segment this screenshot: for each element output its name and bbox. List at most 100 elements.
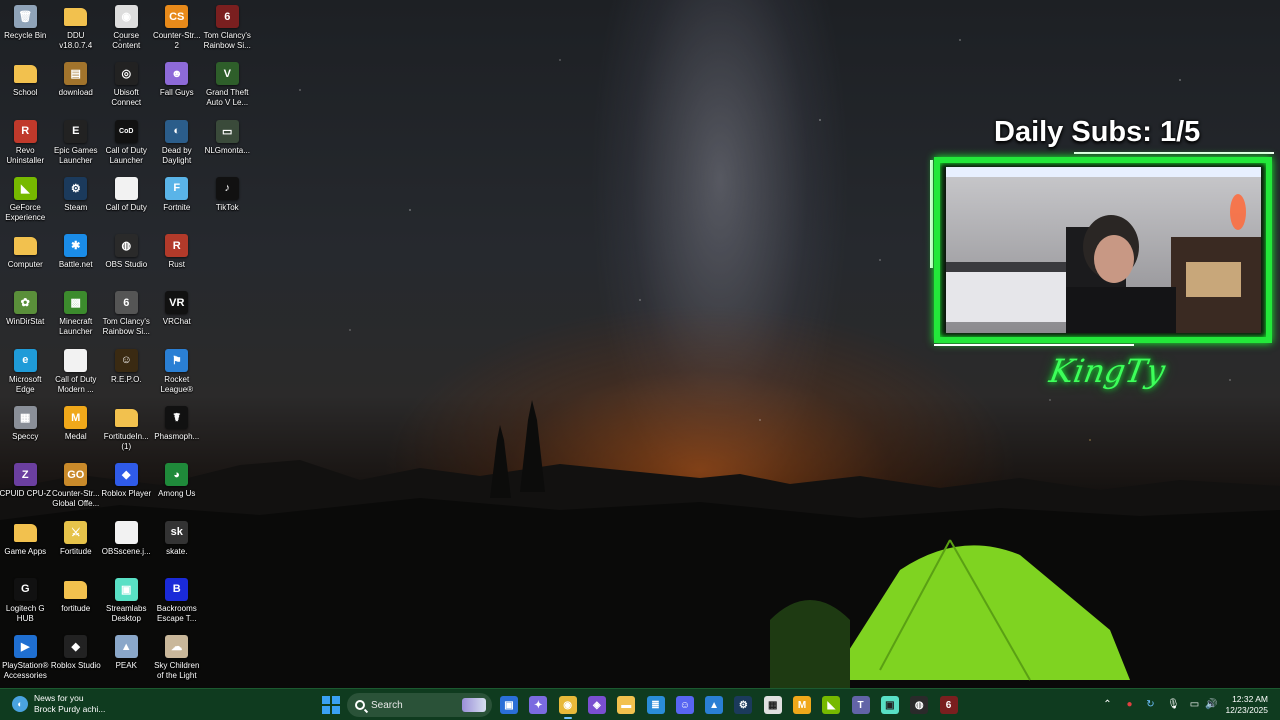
desktop-icon[interactable]: G Logitech G HUB: [0, 573, 51, 630]
desktop-icon[interactable]: GO Counter-Str... Global Offe...: [51, 458, 102, 515]
desktop-icon[interactable]: ◆ Roblox Studio: [51, 630, 102, 687]
desktop-icon-label: Tom Clancy's Rainbow Si...: [203, 31, 251, 50]
playstation-icon: ▶: [13, 635, 37, 659]
microphone-icon[interactable]: 🎙: [1167, 699, 1180, 710]
desktop-icon[interactable]: Z CPUID CPU-Z: [0, 458, 51, 515]
taskbar-photos-icon[interactable]: ▲: [705, 696, 724, 714]
desktop-icon-label: Game Apps: [4, 546, 47, 556]
medal-icon: M: [64, 406, 88, 430]
desktop-icon[interactable]: CoD Call of Duty Launcher: [101, 115, 152, 172]
desktop-icon[interactable]: Game Apps: [0, 516, 51, 573]
windirstat-icon: ✿: [13, 291, 37, 315]
taskbar-rainbow-six-icon[interactable]: 6: [939, 696, 958, 714]
desktop-icon[interactable]: 6 Tom Clancy's Rainbow Si...: [101, 286, 152, 343]
desktop-icon[interactable]: ☁ Sky Children of the Light: [152, 630, 203, 687]
taskbar-copilot-icon[interactable]: ✦: [529, 696, 548, 714]
taskbar-gpu-icon[interactable]: ◣: [822, 696, 841, 714]
desktop-icon[interactable]: R Revo Uninstaller: [0, 115, 51, 172]
desktop-icon[interactable]: fortitude: [51, 573, 102, 630]
desktop-icon[interactable]: 6 Tom Clancy's Rainbow Si...: [202, 0, 253, 57]
desktop-icon[interactable]: Call of Duty Modern ...: [51, 344, 102, 401]
taskbar-chrome-icon[interactable]: ◉: [558, 696, 577, 719]
show-hidden-icons-icon[interactable]: ⌃: [1102, 699, 1113, 710]
desktop-icon[interactable]: M Medal: [51, 401, 102, 458]
tray-app-icon[interactable]: ●: [1124, 699, 1135, 710]
desktop-icon-label: PlayStation® Accessories: [2, 661, 49, 681]
desktop-icon[interactable]: ☤ Phasmoph...: [152, 401, 203, 458]
desktop-icon[interactable]: ◉ Course Content: [101, 0, 152, 57]
taskbar-streamlabs-icon[interactable]: ▣: [880, 696, 899, 714]
desktop-icon[interactable]: ⚙ Steam: [51, 172, 102, 229]
desktop-icon[interactable]: ▤ download: [51, 57, 102, 114]
clock[interactable]: 12:32 AM 12/23/2025: [1225, 694, 1268, 716]
news-widget[interactable]: ◐ News for you Brock Purdy achi...: [12, 693, 105, 715]
streamer-signature: KingTy: [1046, 352, 1169, 390]
desktop-icon[interactable]: ◕ Among Us: [152, 458, 203, 515]
taskbar-medal-icon[interactable]: M: [793, 696, 811, 714]
desktop-icon-label: Sky Children of the Light: [154, 661, 200, 681]
desktop-icon[interactable]: 🗑 Recycle Bin: [0, 0, 51, 57]
desktop-icon[interactable]: Call of Duty: [101, 172, 152, 229]
desktop-icon[interactable]: V Grand Theft Auto V Le...: [202, 57, 253, 114]
desktop-icon[interactable]: OBSscene.j...: [101, 516, 152, 573]
desktop-icon-label: Grand Theft Auto V Le...: [205, 88, 249, 108]
start-button[interactable]: [322, 696, 340, 714]
desktop-icon[interactable]: ☻ Fall Guys: [152, 57, 203, 114]
desktop-icon[interactable]: ◍ OBS Studio: [101, 229, 152, 286]
desktop-icon[interactable]: ▦ Speccy: [0, 401, 51, 458]
desktop-icon[interactable]: ▩ Minecraft Launcher: [51, 286, 102, 343]
desktop-icon[interactable]: ◎ Ubisoft Connect: [101, 57, 152, 114]
desktop-icon[interactable]: FortitudeIn... (1): [101, 401, 152, 458]
taskbar-file-explorer-icon[interactable]: ▬: [617, 696, 636, 714]
desktop-icon-label: Backrooms Escape T...: [156, 603, 197, 623]
desktop-icon[interactable]: B Backrooms Escape T...: [152, 573, 203, 630]
desktop-icon[interactable]: School: [0, 57, 51, 114]
desktop-icon[interactable]: ◣ GeForce Experience: [0, 172, 51, 229]
taskbar-file-icon[interactable]: ▣: [500, 696, 518, 714]
windows-logo-icon: [322, 696, 330, 704]
desktop-icon[interactable]: ⚔ Fortitude: [51, 516, 102, 573]
desktop-icon[interactable]: ▭ NLGmonta...: [202, 115, 253, 172]
desktop-icon[interactable]: e Microsoft Edge: [0, 344, 51, 401]
taskbar-app-icon[interactable]: ◈: [587, 696, 606, 714]
desktop-icon[interactable]: E Epic Games Launcher: [51, 115, 102, 172]
taskbar-store-icon[interactable]: ▦: [763, 696, 782, 714]
taskbar-obs-icon[interactable]: ◍: [910, 696, 929, 714]
desktop-icon[interactable]: CS Counter-Str... 2: [152, 0, 203, 57]
desktop-icon[interactable]: ▲ PEAK: [101, 630, 152, 687]
taskbar-discord-icon[interactable]: ☺: [675, 696, 694, 714]
taskbar-search[interactable]: Search: [347, 693, 492, 717]
desktop-icon[interactable]: Computer: [0, 229, 51, 286]
desktop-icon[interactable]: ◐ Dead by Daylight: [152, 115, 203, 172]
desktop-icon[interactable]: VR VRChat: [152, 286, 203, 343]
taskbar-steam-icon[interactable]: ⚙: [734, 696, 753, 714]
search-label: Search: [371, 699, 403, 711]
volume-icon[interactable]: 🔊: [1205, 699, 1217, 710]
desktop-icon-label: Minecraft Launcher: [59, 317, 93, 337]
desktop-icon-label: Medal: [64, 432, 87, 442]
daily-subs-counter: Daily Subs: 1/5: [994, 116, 1201, 148]
chrome-icon: ◉: [114, 5, 138, 28]
desktop-icon[interactable]: ⚑ Rocket League®: [152, 344, 203, 401]
tray-sync-icon[interactable]: ↻: [1145, 699, 1156, 710]
document-icon: [114, 176, 138, 200]
taskbar-teams-icon[interactable]: T: [851, 696, 870, 714]
desktop-icon[interactable]: F Fortnite: [152, 172, 203, 229]
desktop-icon[interactable]: DDU v18.0.7.4: [51, 0, 102, 57]
desktop-icon[interactable]: R Rust: [152, 229, 203, 286]
folder-icon: [13, 523, 37, 542]
webcam-frame-accent: [930, 160, 933, 268]
desktop-icon-label: CPUID CPU-Z: [0, 489, 52, 499]
desktop-icon[interactable]: ♪ TikTok: [202, 172, 253, 229]
desktop-icon[interactable]: ✱ Battle.net: [51, 229, 102, 286]
desktop-icon-label: fortitude: [61, 603, 91, 613]
csgo-icon: GO: [64, 463, 88, 487]
taskbar-notepad-icon[interactable]: ≣: [646, 696, 665, 714]
desktop-icon[interactable]: ◆ Roblox Player: [101, 458, 152, 515]
desktop-icon[interactable]: ✿ WinDirStat: [0, 286, 51, 343]
desktop-icon[interactable]: ☺ R.E.P.O.: [101, 344, 152, 401]
desktop-icon[interactable]: ▣ Streamlabs Desktop: [101, 573, 152, 630]
display-icon[interactable]: ▭: [1189, 699, 1200, 710]
desktop-icon[interactable]: sk skate.: [152, 516, 203, 573]
desktop-icon[interactable]: ▶ PlayStation® Accessories: [0, 630, 51, 687]
